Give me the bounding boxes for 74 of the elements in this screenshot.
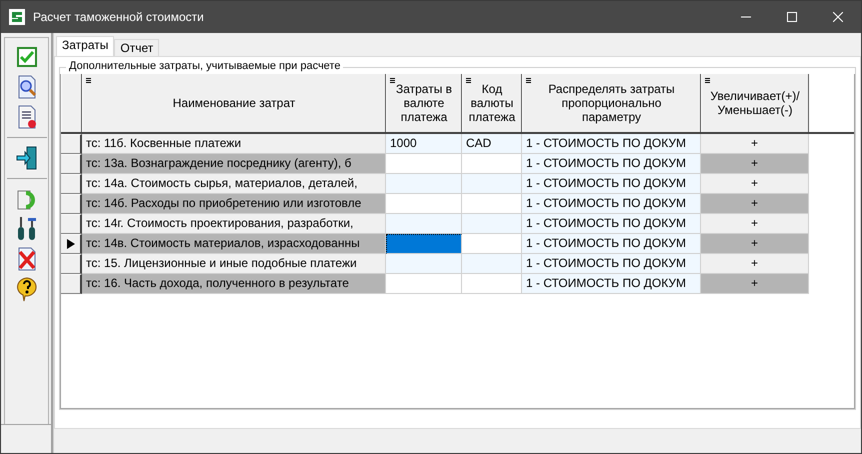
- table-cell[interactable]: +: [701, 194, 809, 214]
- table-cell[interactable]: +: [701, 154, 809, 174]
- table-cell[interactable]: [386, 194, 462, 214]
- table-cell[interactable]: CAD: [462, 134, 522, 154]
- table-cell[interactable]: +: [701, 254, 809, 274]
- table-cell: тс: 16. Часть дохода, полученного в результате: [82, 274, 386, 294]
- table-cell: тс: 14г. Стоимость проектирования, разработки,: [82, 214, 386, 234]
- help-icon[interactable]: [14, 276, 38, 302]
- tab[interactable]: Отчет: [114, 39, 160, 56]
- table-cell[interactable]: 1 - СТОИМОСТЬ ПО ДОКУМ: [522, 274, 701, 294]
- column-menu-icon[interactable]: [86, 78, 91, 84]
- table-cell[interactable]: [462, 214, 522, 234]
- row-indicator[interactable]: [61, 234, 82, 254]
- table-cell[interactable]: [386, 214, 462, 234]
- current-row-icon: [66, 239, 74, 249]
- column-header[interactable]: Распределять затраты пропорционально параметру: [522, 74, 701, 132]
- table-cell[interactable]: 1 - СТОИМОСТЬ ПО ДОКУМ: [522, 134, 701, 154]
- column-header[interactable]: Затраты в валюте платежа: [386, 74, 462, 132]
- row-indicator[interactable]: [61, 154, 82, 174]
- tab[interactable]: Затраты: [56, 36, 114, 56]
- header-cell: [61, 74, 82, 132]
- table-cell: тс: 14в. Стоимость материалов, израсходованны: [82, 234, 386, 254]
- table-cell[interactable]: 1000: [386, 134, 462, 154]
- table-cell[interactable]: +: [701, 234, 809, 254]
- table-cell[interactable]: +: [701, 134, 809, 154]
- table-cell[interactable]: [462, 254, 522, 274]
- document-list-icon[interactable]: [16, 105, 38, 129]
- table-cell[interactable]: 1 - СТОИМОСТЬ ПО ДОКУМ: [522, 214, 701, 234]
- table-cell[interactable]: [386, 274, 462, 294]
- row-indicator[interactable]: [61, 134, 82, 154]
- table-cell[interactable]: 1 - СТОИМОСТЬ ПО ДОКУМ: [522, 154, 701, 174]
- table-cell: тс: 13а. Вознаграждение посреднику (агенту), б: [82, 154, 386, 174]
- column-header[interactable]: Код валюты платежа: [462, 74, 522, 132]
- maximize-icon: [787, 12, 797, 22]
- column-header[interactable]: Наименование затрат: [82, 74, 386, 132]
- exit-door-icon[interactable]: [14, 146, 38, 170]
- document-delete-icon[interactable]: [16, 247, 38, 271]
- column-menu-icon[interactable]: [526, 78, 531, 84]
- table-cell[interactable]: [462, 234, 522, 254]
- table-cell[interactable]: [462, 174, 522, 194]
- table-cell: тс: 14б. Расходы по приобретению или изготовле: [82, 194, 386, 214]
- tools-icon[interactable]: [16, 216, 38, 242]
- table-cell[interactable]: [462, 194, 522, 214]
- column-menu-icon[interactable]: [705, 78, 710, 84]
- checkmark-icon[interactable]: [16, 47, 36, 67]
- table-cell: тс: 15. Лицензионные и иные подобные платежи: [82, 254, 386, 274]
- row-indicator[interactable]: [61, 254, 82, 274]
- column-menu-icon[interactable]: [466, 78, 471, 84]
- table-cell[interactable]: [462, 154, 522, 174]
- group-title: Дополнительные затраты, учитываемые при расчете: [66, 60, 344, 72]
- table-cell: тс: 11б. Косвенные платежи: [82, 134, 386, 154]
- column-header[interactable]: Увеличивает(+)/ Уменьшает(-): [701, 74, 809, 132]
- document-magnifier-icon[interactable]: [16, 75, 38, 99]
- app-logo-icon: [9, 9, 25, 25]
- table-cell[interactable]: 1 - СТОИМОСТЬ ПО ДОКУМ: [522, 234, 701, 254]
- table-cell[interactable]: 1 - СТОИМОСТЬ ПО ДОКУМ: [522, 194, 701, 214]
- table-cell[interactable]: 1 - СТОИМОСТЬ ПО ДОКУМ: [522, 254, 701, 274]
- window-title: Расчет таможенной стоимости: [33, 10, 205, 24]
- table-cell: тс: 14а. Стоимость сырья, материалов, деталей,: [82, 174, 386, 194]
- row-indicator[interactable]: [61, 274, 82, 294]
- table-cell[interactable]: +: [701, 174, 809, 194]
- table-cell[interactable]: +: [701, 274, 809, 294]
- table-cell[interactable]: +: [701, 214, 809, 234]
- row-indicator[interactable]: [61, 194, 82, 214]
- table-cell[interactable]: [386, 174, 462, 194]
- table-cell[interactable]: [386, 254, 462, 274]
- column-menu-icon[interactable]: [390, 78, 395, 84]
- table-cell[interactable]: 1 - СТОИМОСТЬ ПО ДОКУМ: [522, 174, 701, 194]
- focused-cell[interactable]: [386, 234, 462, 254]
- close-icon: [833, 12, 843, 22]
- table-cell[interactable]: [462, 274, 522, 294]
- table-cell[interactable]: [386, 154, 462, 174]
- row-indicator[interactable]: [61, 214, 82, 234]
- row-indicator[interactable]: [61, 174, 82, 194]
